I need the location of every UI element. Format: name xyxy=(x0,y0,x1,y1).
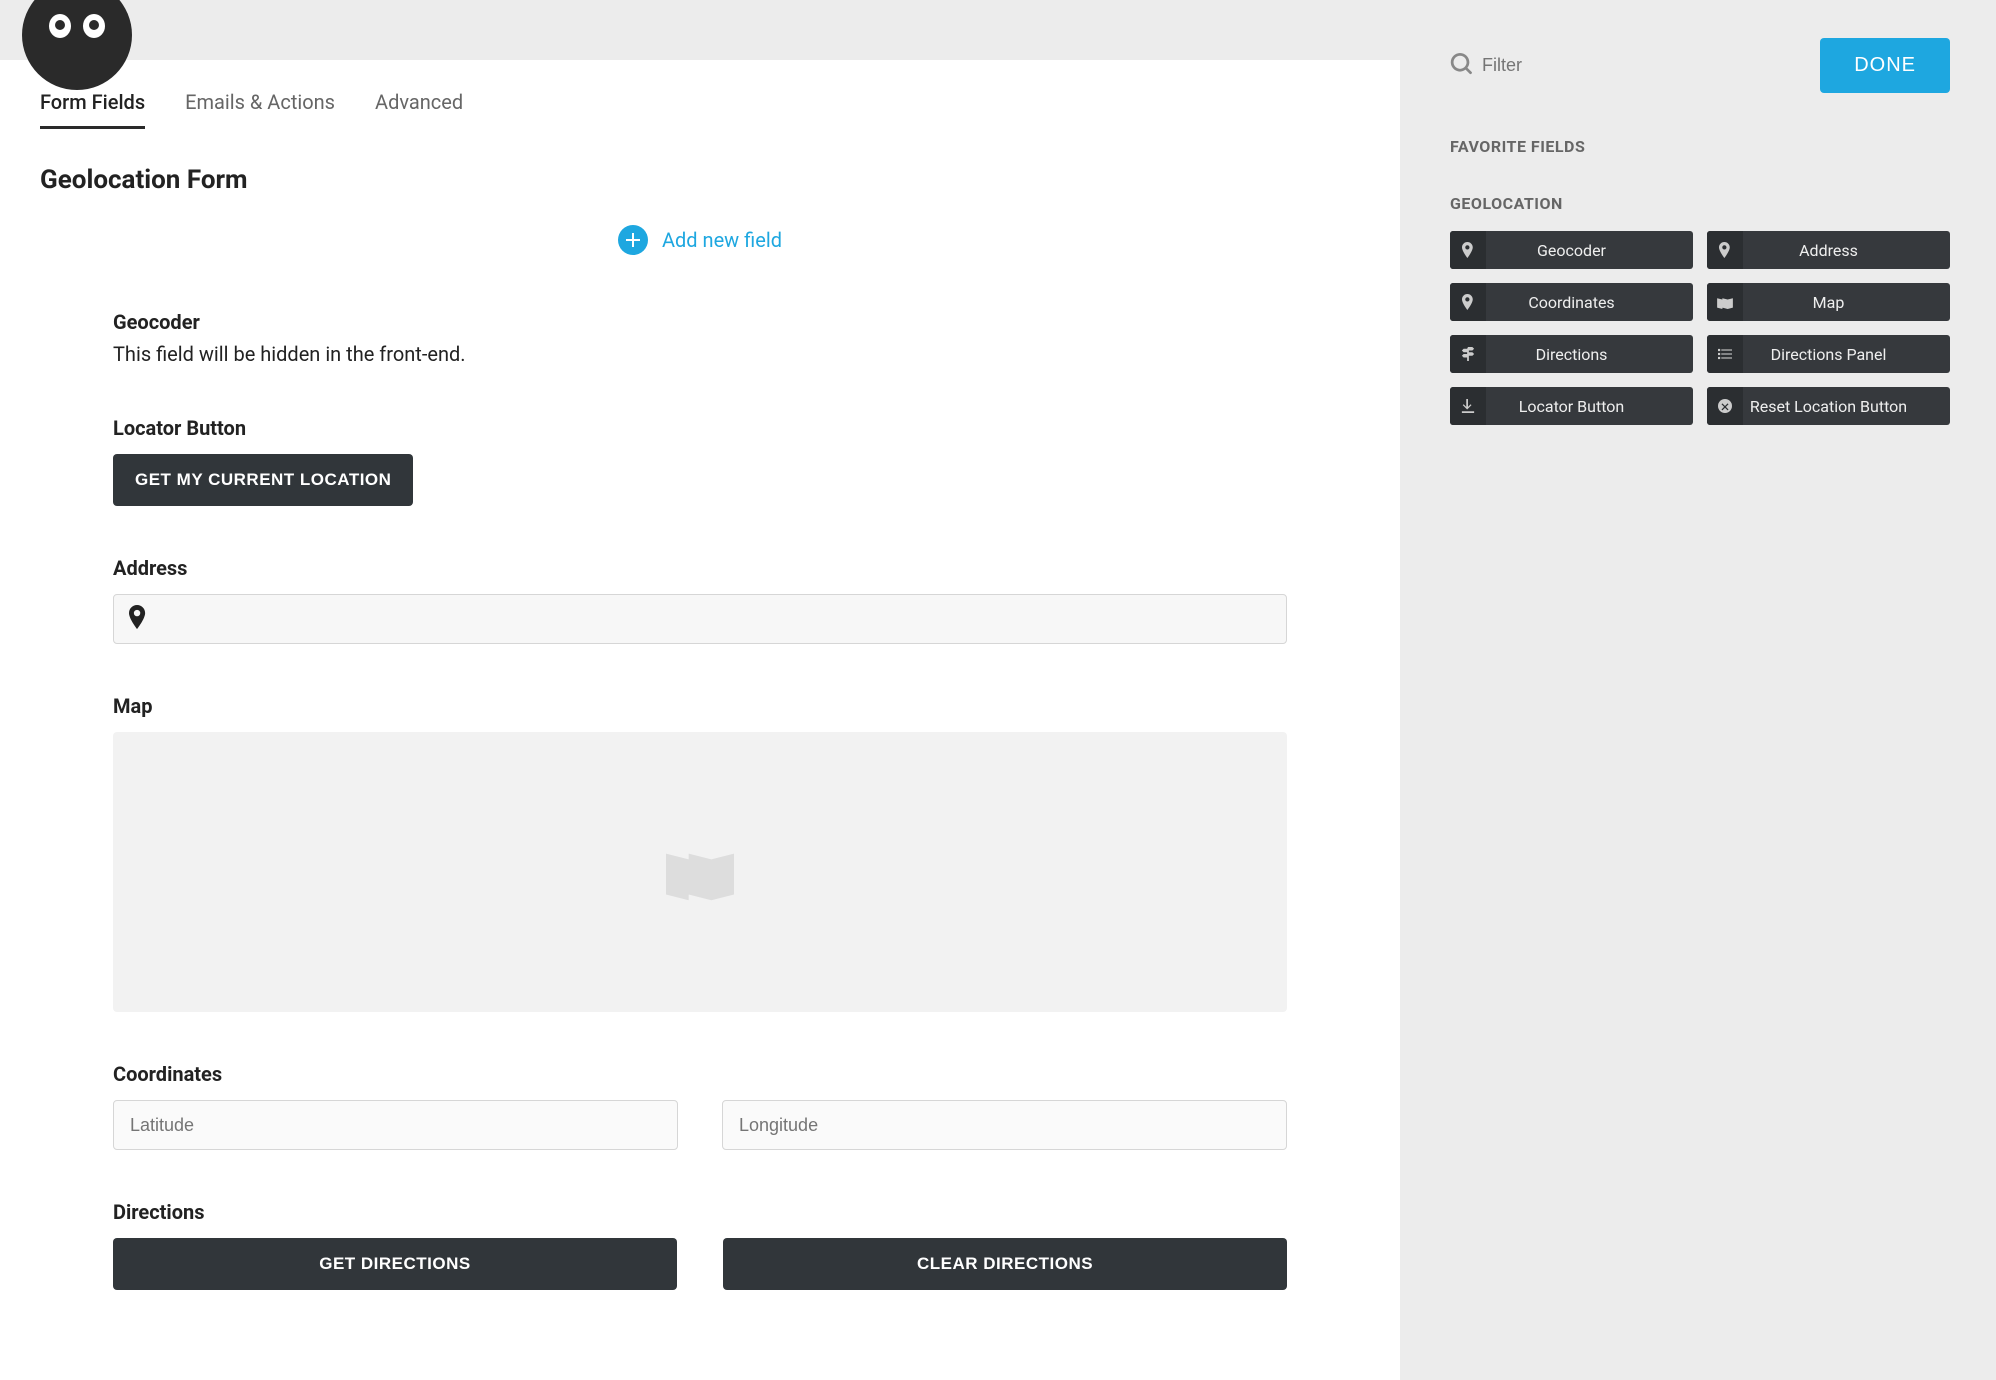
tabs: Form Fields Emails & Actions Advanced xyxy=(40,90,1360,129)
map-icon xyxy=(1707,283,1743,321)
clear-directions-button[interactable]: CLEAR DIRECTIONS xyxy=(723,1238,1287,1290)
coordinates-label: Coordinates xyxy=(113,1062,1287,1086)
chip-label: Directions xyxy=(1486,345,1693,364)
locator-label: Locator Button xyxy=(113,416,1287,440)
map-pin-icon xyxy=(1450,231,1486,269)
map-pin-icon xyxy=(1707,231,1743,269)
chip-label: Directions Panel xyxy=(1743,345,1950,364)
fields-sidebar: DONE FAVORITE FIELDS GEOLOCATION Geocode… xyxy=(1450,38,1950,425)
favorite-fields-header: FAVORITE FIELDS xyxy=(1450,137,1950,156)
chip-label: Address xyxy=(1743,241,1950,260)
main-panel: Form Fields Emails & Actions Advanced Ge… xyxy=(0,60,1400,1380)
map-icon xyxy=(666,836,734,908)
done-button[interactable]: DONE xyxy=(1820,38,1950,93)
geolocation-header: GEOLOCATION xyxy=(1450,194,1950,213)
field-geocoder[interactable]: Geocoder This field will be hidden in th… xyxy=(113,310,1287,366)
chip-locator-button[interactable]: Locator Button xyxy=(1450,387,1693,425)
chip-directions[interactable]: Directions xyxy=(1450,335,1693,373)
add-new-field-label: Add new field xyxy=(662,228,782,252)
field-coordinates[interactable]: Coordinates xyxy=(113,1062,1287,1150)
app-logo xyxy=(22,10,132,100)
chip-geocoder[interactable]: Geocoder xyxy=(1450,231,1693,269)
filter-wrap xyxy=(1450,53,1800,79)
list-icon xyxy=(1707,335,1743,373)
chip-label: Map xyxy=(1743,293,1950,312)
address-input[interactable] xyxy=(158,609,1272,630)
plus-icon xyxy=(618,225,648,255)
latitude-input[interactable] xyxy=(113,1100,678,1150)
map-pin-icon xyxy=(128,605,148,633)
get-directions-button[interactable]: GET DIRECTIONS xyxy=(113,1238,677,1290)
form-title: Geolocation Form xyxy=(40,165,1360,195)
chip-label: Coordinates xyxy=(1486,293,1693,312)
map-pin-icon xyxy=(1450,283,1486,321)
close-circle-icon xyxy=(1707,387,1743,425)
geocoder-label: Geocoder xyxy=(113,310,1287,334)
longitude-input[interactable] xyxy=(722,1100,1287,1150)
chip-label: Locator Button xyxy=(1486,397,1693,416)
map-placeholder xyxy=(113,732,1287,1012)
field-directions[interactable]: Directions GET DIRECTIONS CLEAR DIRECTIO… xyxy=(113,1200,1287,1290)
address-input-wrap xyxy=(113,594,1287,644)
chip-label: Reset Location Button xyxy=(1743,397,1950,416)
chip-label: Geocoder xyxy=(1486,241,1693,260)
field-locator[interactable]: Locator Button GET MY CURRENT LOCATION xyxy=(113,416,1287,506)
chip-address[interactable]: Address xyxy=(1707,231,1950,269)
tab-emails-actions[interactable]: Emails & Actions xyxy=(185,90,335,129)
get-location-button[interactable]: GET MY CURRENT LOCATION xyxy=(113,454,413,506)
tab-advanced[interactable]: Advanced xyxy=(375,90,463,129)
chip-coordinates[interactable]: Coordinates xyxy=(1450,283,1693,321)
download-icon xyxy=(1450,387,1486,425)
directions-label: Directions xyxy=(113,1200,1287,1224)
field-map[interactable]: Map xyxy=(113,694,1287,1012)
filter-input[interactable] xyxy=(1482,55,1800,76)
geocoder-desc: This field will be hidden in the front-e… xyxy=(113,342,1287,366)
chip-directions-panel[interactable]: Directions Panel xyxy=(1707,335,1950,373)
field-address[interactable]: Address xyxy=(113,556,1287,644)
chip-map[interactable]: Map xyxy=(1707,283,1950,321)
chip-reset-location[interactable]: Reset Location Button xyxy=(1707,387,1950,425)
add-new-field[interactable]: Add new field xyxy=(40,225,1360,255)
search-icon xyxy=(1450,53,1472,79)
address-label: Address xyxy=(113,556,1287,580)
signpost-icon xyxy=(1450,335,1486,373)
map-label: Map xyxy=(113,694,1287,718)
